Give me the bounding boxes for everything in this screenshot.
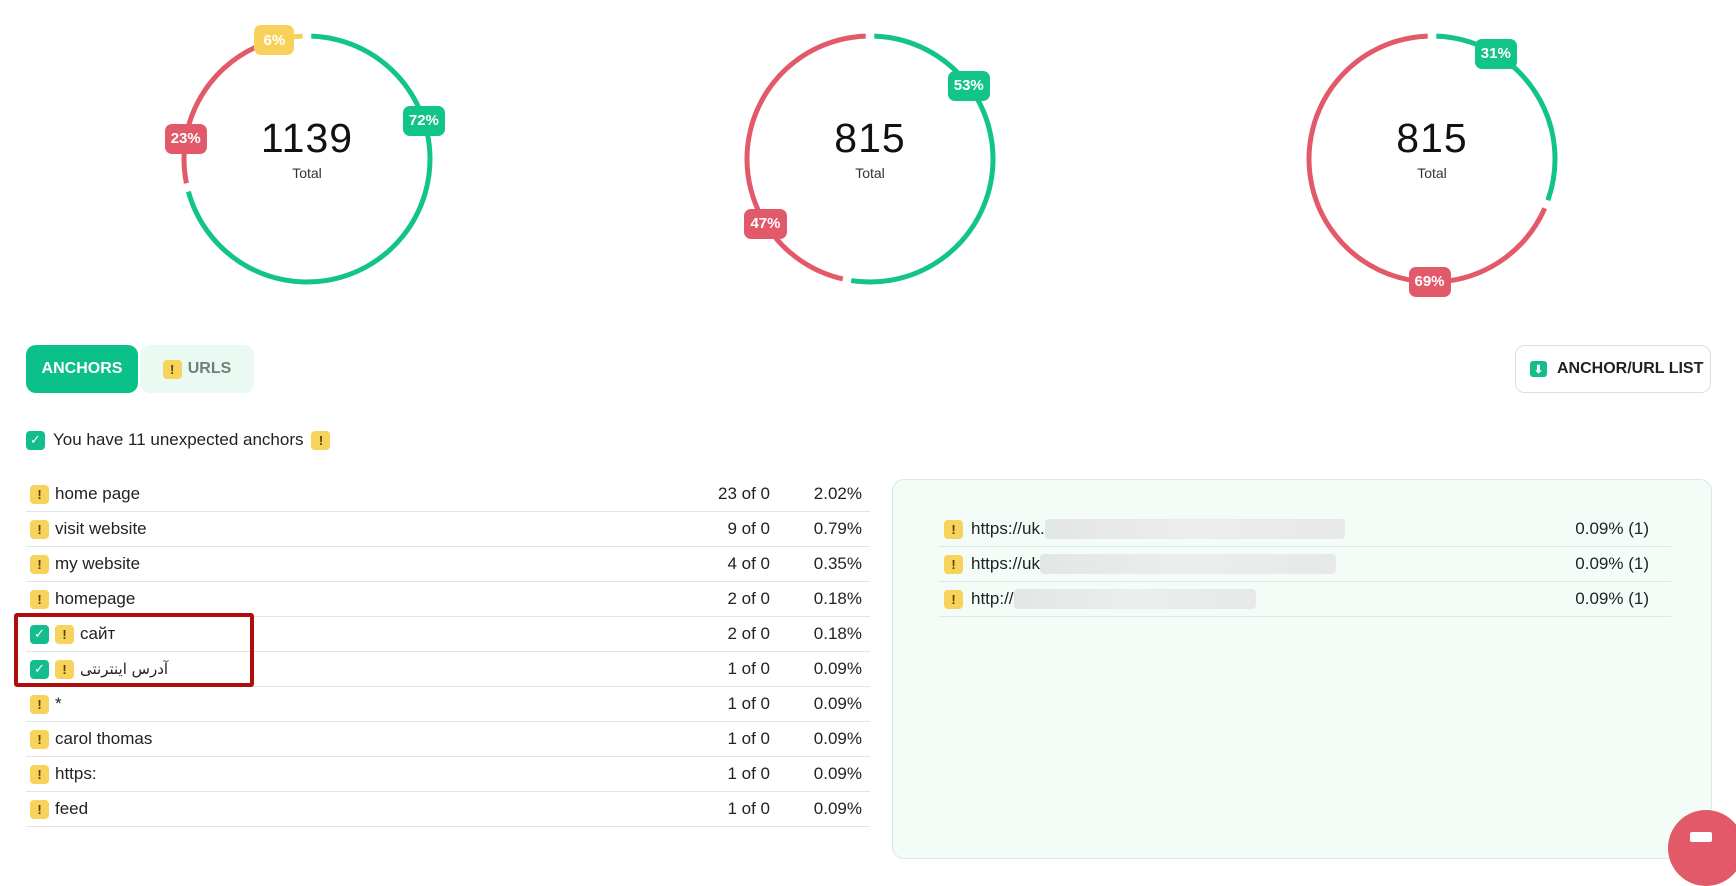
anchor-count: 1 of 0 [727, 764, 770, 783]
url-redacted [1039, 554, 1336, 574]
url-percent: 0.09% (1) [1575, 554, 1649, 573]
anchor-percent: 0.09% [813, 729, 862, 748]
anchor-count: 4 of 0 [727, 554, 770, 573]
tab-anchors-label: ANCHORS [41, 360, 123, 377]
anchor-count: 23 of 0 [718, 484, 770, 503]
anchor-count: 1 of 0 [727, 659, 770, 678]
url-row[interactable]: ! https://uk 0.09% (1) [939, 547, 1671, 582]
warning-icon: ! [30, 589, 49, 609]
anchor-row[interactable]: ! visit website 9 of 0 0.79% [26, 512, 870, 547]
warning-icon: ! [944, 554, 963, 574]
warning-icon: ! [30, 554, 49, 574]
unexpected-anchors-summary: ✓ You have 11 unexpected anchors ! [26, 430, 331, 450]
anchor-label: home page [55, 484, 141, 503]
warning-icon: ! [30, 519, 49, 539]
anchor-label: * [55, 694, 62, 713]
anchor-row[interactable]: ! * 1 of 0 0.09% [26, 687, 870, 722]
warning-icon: ! [55, 624, 74, 644]
donut-badge-green: 72% [402, 105, 445, 136]
anchor-count: 2 of 0 [727, 624, 770, 643]
anchor-percent: 0.09% [813, 764, 862, 783]
donut-chart-2: 815 Total 53% 47% [725, 14, 1015, 304]
donut-badge-red: 69% [1408, 266, 1451, 297]
anchor-row[interactable]: ! carol thomas 1 of 0 0.09% [26, 722, 870, 757]
row-checkbox[interactable]: ✓ [30, 624, 49, 644]
warning-icon: ! [944, 589, 963, 609]
anchor-row[interactable]: ✓! сайт 2 of 0 0.18% [26, 617, 870, 652]
warning-icon: ! [30, 484, 49, 504]
anchor-percent: 0.18% [813, 624, 862, 643]
warning-icon: ! [55, 659, 74, 679]
anchor-percent: 0.09% [813, 799, 862, 818]
row-checkbox[interactable]: ✓ [30, 659, 49, 679]
anchor-percent: 0.18% [813, 589, 862, 608]
donut-badge-green: 31% [1474, 38, 1517, 69]
anchor-row[interactable]: ! home page 23 of 0 2.02% [26, 477, 870, 512]
anchor-label: carol thomas [55, 729, 153, 748]
url-panel: ! https://uk. 0.09% (1)! https://uk 0.09% (1… [892, 479, 1712, 859]
anchor-label: visit website [55, 519, 147, 538]
warning-icon: ! [30, 729, 49, 749]
donut-badge-yellow: 6% [254, 25, 295, 56]
donut-total: 815 [834, 115, 906, 161]
anchor-row[interactable]: ✓! آدرس اینترنتی 1 of 0 0.09% [26, 652, 870, 687]
anchor-percent: 0.79% [813, 519, 862, 538]
warning-icon: ! [944, 519, 963, 539]
anchor-percent: 2.02% [813, 484, 862, 503]
donut-badge-green: 53% [947, 70, 990, 101]
url-prefix: https://uk. [971, 519, 1045, 538]
tab-anchors[interactable]: ANCHORS [26, 345, 138, 393]
donut-chart-3: 815 Total 31% 69% [1287, 14, 1577, 304]
anchor-url-list-button[interactable]: ⬇ ANCHOR/URL LIST [1515, 345, 1711, 393]
warning-icon: ! [30, 764, 49, 784]
anchor-count: 9 of 0 [727, 519, 770, 538]
anchor-label: آدرس اینترنتی [80, 660, 169, 678]
url-row[interactable]: ! https://uk. 0.09% (1) [939, 512, 1671, 547]
url-percent: 0.09% (1) [1575, 519, 1649, 538]
chat-icon [1690, 832, 1712, 842]
anchor-url-list-label: ANCHOR/URL LIST [1557, 360, 1704, 377]
anchor-percent: 0.35% [813, 554, 862, 573]
chat-fab-button[interactable] [1668, 810, 1736, 886]
anchor-row[interactable]: ! my website 4 of 0 0.35% [26, 547, 870, 582]
url-row[interactable]: ! http:// 0.09% (1) [939, 582, 1671, 617]
anchor-label: сайт [80, 624, 116, 643]
tab-urls-label: URLS [187, 360, 232, 377]
anchor-label: my website [55, 554, 141, 573]
urls-table: ! https://uk. 0.09% (1)! https://uk 0.09% (1… [939, 512, 1671, 617]
warning-icon: ! [30, 694, 49, 714]
anchor-count: 1 of 0 [727, 694, 770, 713]
anchor-percent: 0.09% [813, 659, 862, 678]
anchor-row[interactable]: ! homepage 2 of 0 0.18% [26, 582, 870, 617]
anchor-row[interactable]: ! https: 1 of 0 0.09% [26, 757, 870, 792]
anchors-table: ! home page 23 of 0 2.02%! visit website 9 of… [26, 477, 870, 827]
anchor-label: homepage [55, 589, 136, 608]
donut-badge-red: 47% [744, 208, 787, 239]
url-redacted [1044, 519, 1345, 539]
donut-badge-red: 23% [164, 123, 207, 154]
anchor-count: 1 of 0 [727, 799, 770, 818]
donut-total-label: Total [855, 165, 885, 181]
download-icon: ⬇ [1530, 361, 1547, 377]
warning-icon: ! [311, 430, 331, 450]
anchor-percent: 0.09% [813, 694, 862, 713]
tab-urls[interactable]: ! URLS [140, 345, 254, 393]
url-prefix: http:// [971, 589, 1014, 608]
anchor-label: feed [55, 799, 89, 818]
warning-icon: ! [162, 359, 182, 379]
anchor-row[interactable]: ! feed 1 of 0 0.09% [26, 792, 870, 827]
summary-checkbox[interactable]: ✓ [26, 430, 45, 450]
url-redacted [1013, 589, 1256, 609]
donut-total-label: Total [292, 165, 322, 181]
anchor-count: 1 of 0 [727, 729, 770, 748]
warning-icon: ! [30, 799, 49, 819]
anchor-count: 2 of 0 [727, 589, 770, 608]
anchor-label: https: [55, 764, 97, 783]
summary-text: You have 11 unexpected anchors [53, 430, 304, 449]
donut-chart-1: 1139 Total 72% 23% 6% [162, 14, 452, 304]
donut-total: 815 [1396, 115, 1468, 161]
url-prefix: https://uk [971, 554, 1040, 573]
url-percent: 0.09% (1) [1575, 589, 1649, 608]
donut-total-label: Total [1417, 165, 1447, 181]
